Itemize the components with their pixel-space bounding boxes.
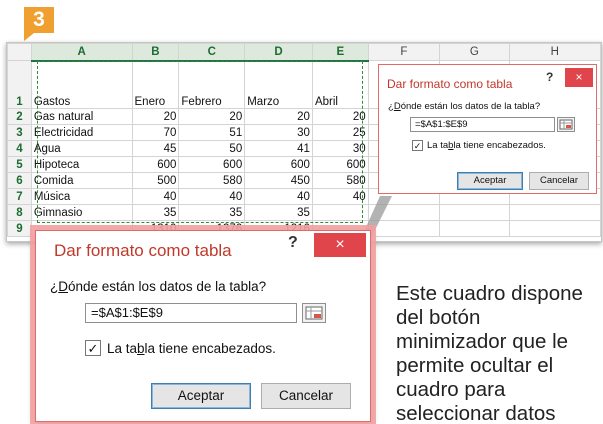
cell[interactable]: 450 xyxy=(244,172,313,189)
row-number[interactable]: 7 xyxy=(7,188,32,205)
cell[interactable] xyxy=(311,204,369,221)
range-picker-button[interactable] xyxy=(557,117,575,132)
cell[interactable]: 600 xyxy=(178,156,246,173)
format-as-table-dialog-enlarged: Dar formato como tabla ? × ¿Dónde están … xyxy=(35,230,371,422)
cell[interactable]: 40 xyxy=(178,188,246,205)
cell[interactable]: 40 xyxy=(131,188,180,205)
cell[interactable]: 35 xyxy=(131,204,180,221)
ok-button[interactable]: Aceptar xyxy=(457,172,523,190)
cancel-button[interactable]: Cancelar xyxy=(261,383,351,409)
cell[interactable]: 50 xyxy=(178,140,246,157)
cell[interactable]: Hipoteca xyxy=(30,156,133,173)
column-header-a[interactable]: A xyxy=(30,43,133,62)
row-number[interactable]: 8 xyxy=(7,204,32,221)
cell[interactable]: Febrero xyxy=(178,60,246,109)
close-button[interactable]: × xyxy=(565,68,593,87)
cell[interactable]: 40 xyxy=(311,188,369,205)
cell[interactable] xyxy=(367,204,441,221)
cell[interactable]: 35 xyxy=(244,204,313,221)
row-number[interactable]: 9 xyxy=(7,220,32,237)
dialog-title: Dar formato como tabla xyxy=(387,77,513,91)
cell[interactable] xyxy=(439,220,510,237)
cell[interactable]: 580 xyxy=(178,172,246,189)
cell[interactable]: Abril xyxy=(311,60,369,109)
row-number[interactable]: 5 xyxy=(7,156,32,173)
row-number[interactable]: 4 xyxy=(7,140,32,157)
column-header-b[interactable]: B xyxy=(131,43,180,62)
cell[interactable]: 20 xyxy=(244,108,313,125)
cell[interactable]: 30 xyxy=(311,140,369,157)
cell[interactable]: Comida xyxy=(30,172,133,189)
cell[interactable]: Agua xyxy=(30,140,133,157)
help-button[interactable]: ? xyxy=(288,234,298,252)
column-header-g[interactable]: G xyxy=(439,43,510,61)
cell[interactable] xyxy=(508,204,601,221)
cell[interactable]: 600 xyxy=(131,156,180,173)
headers-checkbox[interactable]: ✓ xyxy=(412,140,423,151)
format-as-table-dialog-small: Dar formato como tabla ? × ¿Dónde están … xyxy=(378,64,597,194)
cancel-button[interactable]: Cancelar xyxy=(529,172,589,190)
cell[interactable]: 20 xyxy=(178,108,246,125)
cell[interactable]: 25 xyxy=(311,124,369,141)
ok-button[interactable]: Aceptar xyxy=(151,383,251,409)
range-input[interactable]: =$A$1:$E$9 xyxy=(85,303,297,323)
collapse-dialog-icon xyxy=(559,119,573,130)
column-header-row: A B C D E F G H xyxy=(7,43,601,62)
help-button[interactable]: ? xyxy=(546,70,553,84)
headers-checkbox-label: La tabla tiene encabezados. xyxy=(427,140,546,151)
cell[interactable]: 70 xyxy=(131,124,180,141)
range-input[interactable]: =$A$1:$E$9 xyxy=(410,117,555,132)
row-number[interactable]: 1 xyxy=(7,60,32,109)
range-label: ¿Dónde están los datos de la tabla? xyxy=(50,279,267,294)
step-badge-tail xyxy=(24,33,34,41)
row-number[interactable]: 3 xyxy=(7,124,32,141)
range-label: ¿Dónde están los datos de la tabla? xyxy=(388,101,541,112)
column-header-f[interactable]: F xyxy=(367,43,441,61)
cell[interactable]: 580 xyxy=(311,172,369,189)
cell[interactable]: Gastos xyxy=(30,60,133,109)
cell[interactable]: 20 xyxy=(311,108,369,125)
cell[interactable]: Gas natural xyxy=(30,108,133,125)
close-button[interactable]: × xyxy=(314,233,366,257)
headers-checkbox[interactable]: ✓ xyxy=(85,340,101,356)
cell[interactable]: Enero xyxy=(131,60,180,109)
cell[interactable]: 40 xyxy=(244,188,313,205)
cell[interactable]: Electricidad xyxy=(30,124,133,141)
column-header-h[interactable]: H xyxy=(508,43,601,61)
column-header-d[interactable]: D xyxy=(244,43,313,62)
cell[interactable]: 35 xyxy=(178,204,246,221)
column-header-c[interactable]: C xyxy=(178,43,246,62)
cell[interactable] xyxy=(439,204,510,221)
column-header-e[interactable]: E xyxy=(311,43,369,62)
step-number-badge: 3 xyxy=(24,7,54,33)
dialog-title: Dar formato como tabla xyxy=(54,241,232,260)
cell[interactable] xyxy=(508,220,601,237)
headers-checkbox-label: La tabla tiene encabezados. xyxy=(107,341,276,356)
cell[interactable]: 600 xyxy=(311,156,369,173)
select-all-corner[interactable] xyxy=(7,43,32,61)
cell[interactable]: 20 xyxy=(131,108,180,125)
collapse-dialog-icon xyxy=(305,306,323,320)
cell[interactable]: 30 xyxy=(244,124,313,141)
cell[interactable]: Gimnasio xyxy=(30,204,133,221)
cell[interactable]: 41 xyxy=(244,140,313,157)
explanatory-caption: Este cuadro dispone del botón minimizado… xyxy=(396,282,583,424)
cell[interactable]: Marzo xyxy=(244,60,313,109)
cell[interactable]: 45 xyxy=(131,140,180,157)
row-number[interactable]: 6 xyxy=(7,172,32,189)
table-row: 8 Gimnasio 35 35 35 xyxy=(7,204,601,221)
range-picker-button[interactable] xyxy=(302,303,326,323)
cell[interactable]: Música xyxy=(30,188,133,205)
row-number[interactable]: 2 xyxy=(7,108,32,125)
cell[interactable]: 500 xyxy=(131,172,180,189)
cell[interactable]: 51 xyxy=(178,124,246,141)
cell[interactable]: 600 xyxy=(244,156,313,173)
cell[interactable] xyxy=(367,220,441,237)
